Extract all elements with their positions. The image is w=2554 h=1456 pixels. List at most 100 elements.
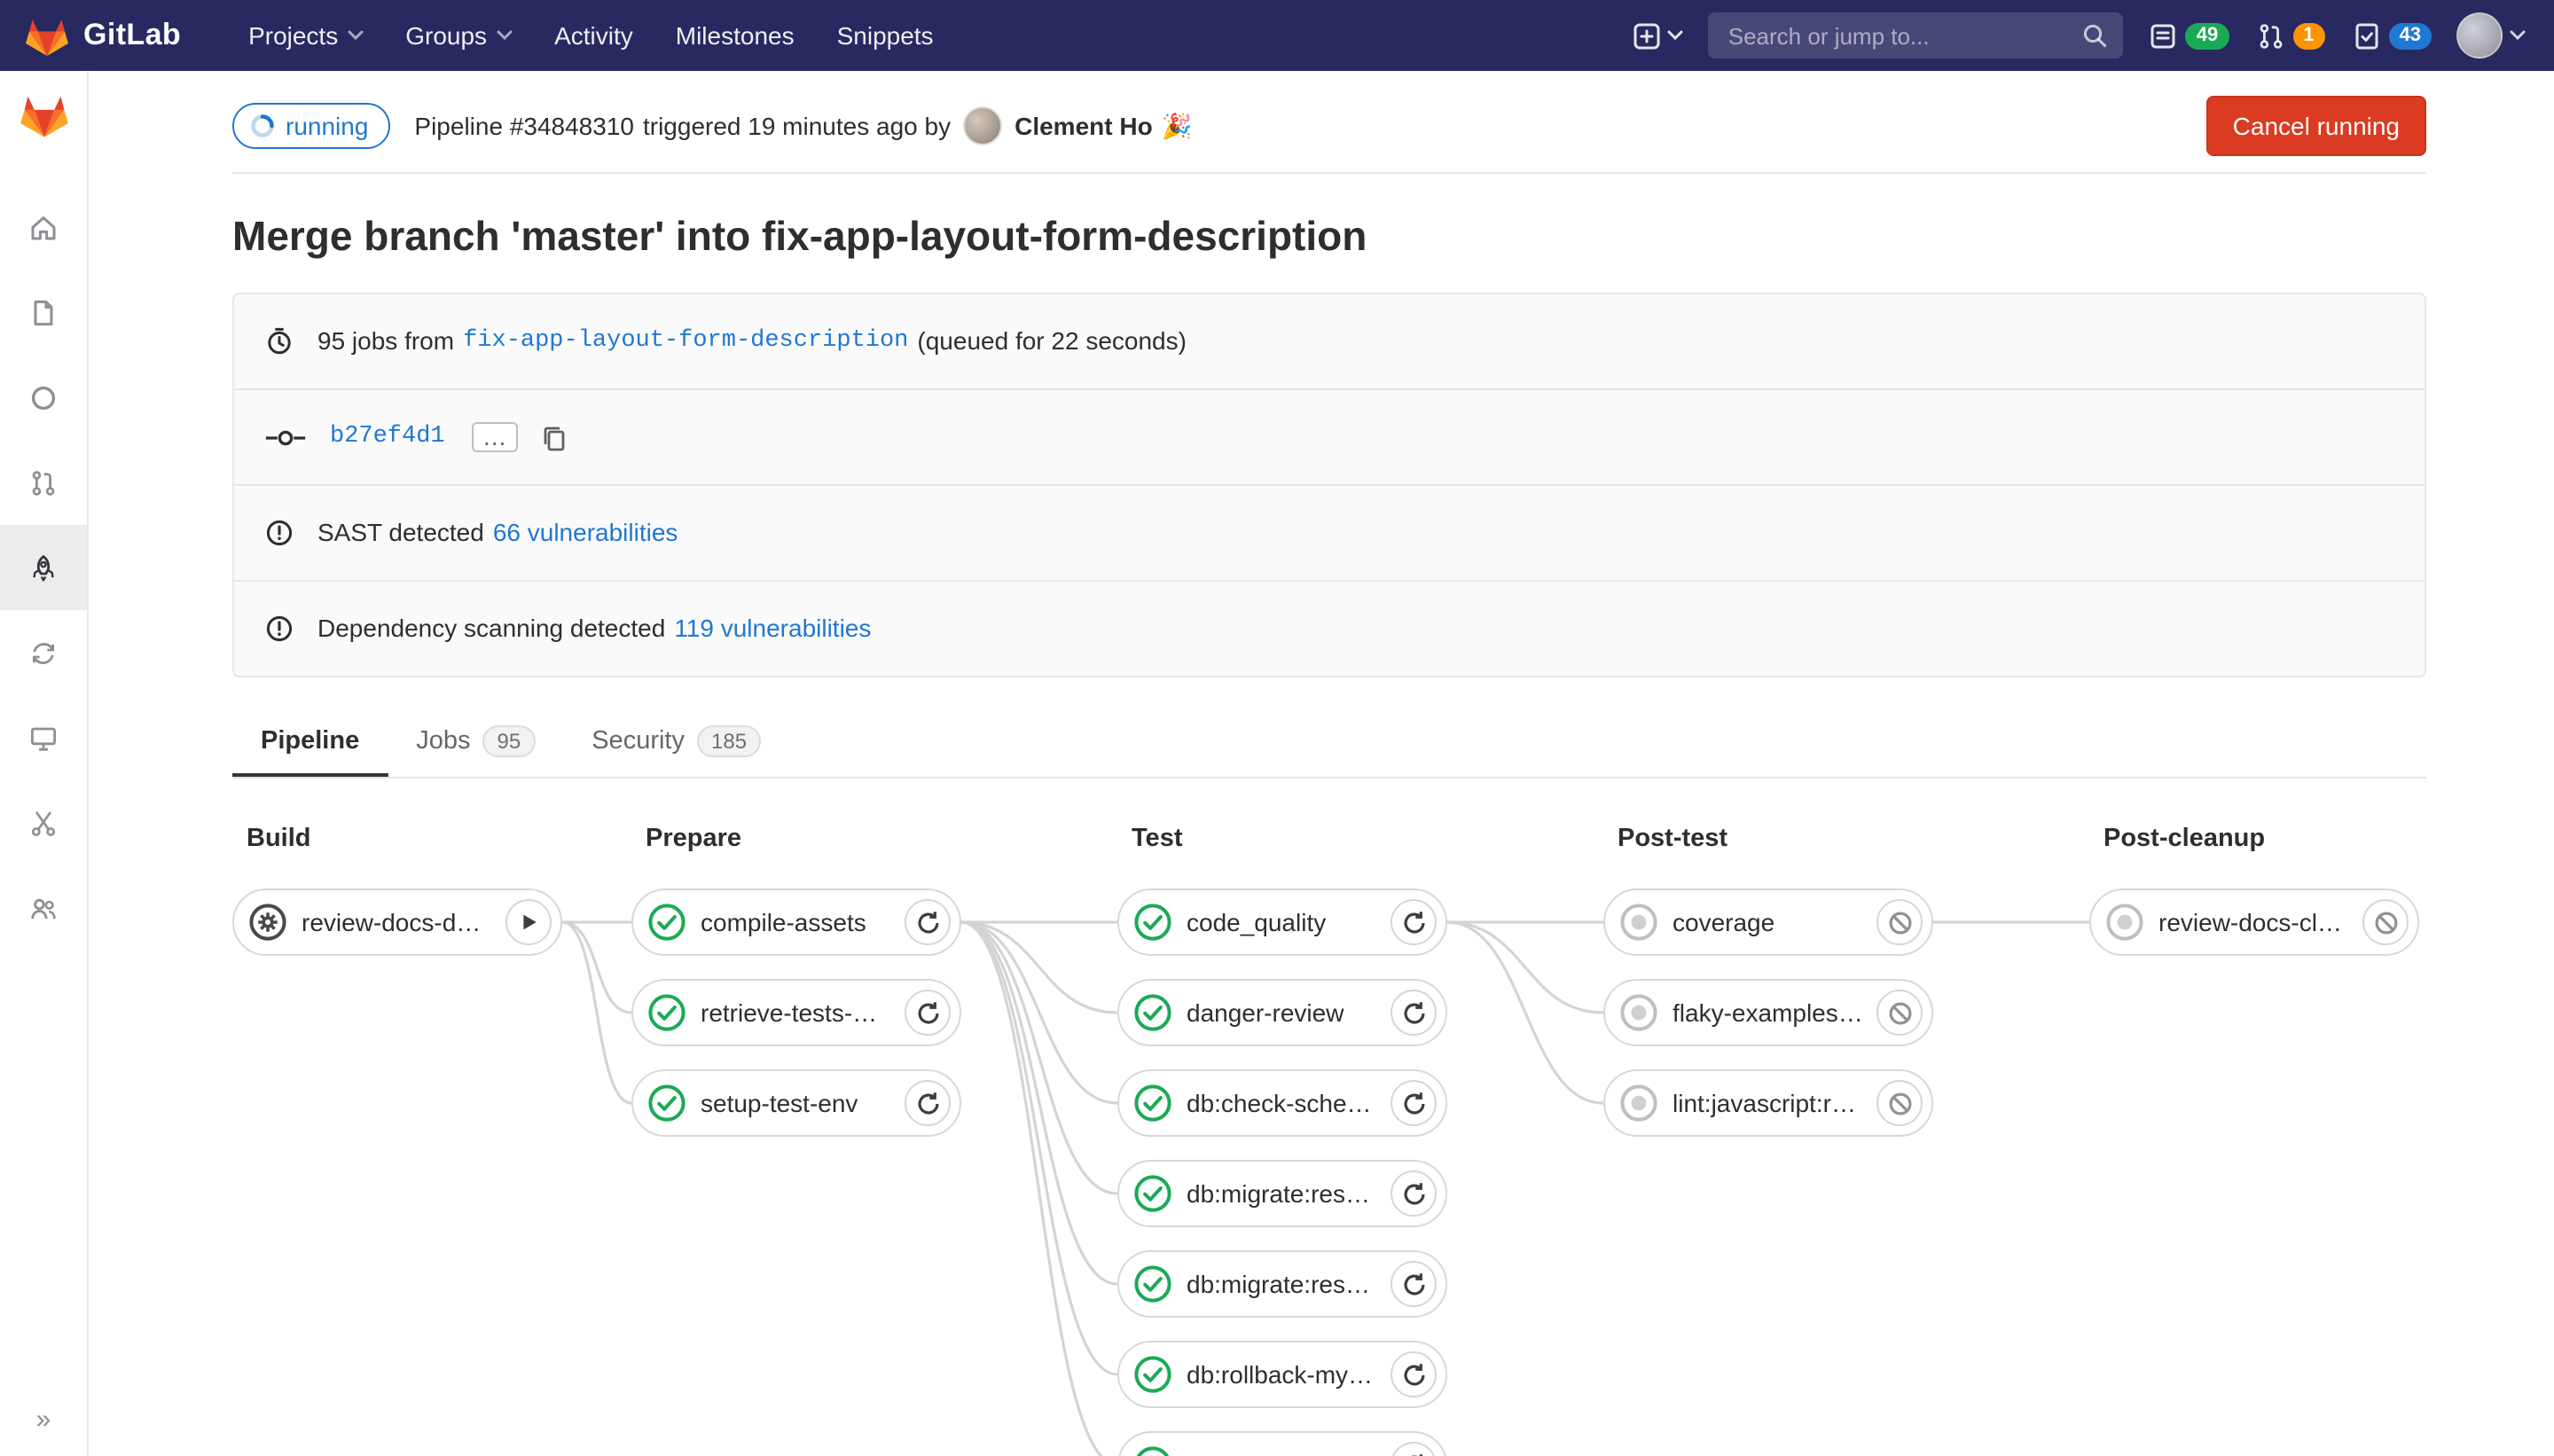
job-pill[interactable]: review-docs-cl… [2089, 888, 2419, 956]
status-success-icon [1133, 1174, 1172, 1213]
triggered-text: triggered 19 minutes ago by [643, 112, 951, 140]
nav-item-activity[interactable]: Activity [533, 11, 654, 60]
retry-icon [1400, 999, 1427, 1026]
author-avatar[interactable] [963, 106, 1002, 145]
collapse-sidebar-button[interactable]: » [0, 1405, 87, 1435]
retry-icon [1400, 909, 1427, 935]
status-success-icon [647, 993, 686, 1032]
tab-jobs[interactable]: Jobs95 [388, 708, 563, 777]
cancel-button[interactable] [1876, 899, 1923, 945]
cancel-button[interactable] [2362, 899, 2409, 945]
sidebar-item-operations[interactable] [0, 610, 87, 695]
avatar [2456, 12, 2503, 59]
commit-more-button[interactable]: … [472, 422, 518, 452]
sidebar-item-home[interactable] [0, 184, 87, 270]
retry-button[interactable] [1391, 1442, 1437, 1456]
new-menu-button[interactable] [1633, 20, 1684, 51]
retry-button[interactable] [1391, 990, 1437, 1036]
nav-item-groups[interactable]: Groups [384, 11, 533, 60]
sidebar-item-merge-requests[interactable] [0, 440, 87, 525]
status-created-icon [1619, 903, 1658, 942]
retry-button[interactable] [1391, 1351, 1437, 1397]
search-icon [2083, 23, 2108, 48]
cancel-button[interactable] [1876, 1080, 1923, 1126]
retry-icon [1400, 1090, 1427, 1116]
job-pill[interactable]: setup-test-env [631, 1069, 961, 1137]
retry-button[interactable] [1391, 1261, 1437, 1307]
sidebar-item-members[interactable] [0, 865, 87, 951]
branch-link[interactable]: fix-app-layout-form-description [463, 323, 908, 360]
queued-text: (queued for 22 seconds) [917, 323, 1187, 360]
retry-icon [1400, 1361, 1427, 1388]
search-input[interactable] [1725, 20, 2083, 51]
issues-icon [28, 382, 59, 412]
job-pill[interactable]: code_quality [1117, 888, 1447, 956]
dependency-row: Dependency scanning detected 119 vulnera… [234, 580, 2425, 676]
tab-security[interactable]: Security185 [563, 708, 789, 777]
job-pill[interactable]: db:check-sche… [1117, 1069, 1447, 1137]
brand-name[interactable]: GitLab [83, 18, 181, 53]
nav-item-snippets[interactable]: Snippets [816, 11, 955, 60]
dependency-vulnerabilities-link[interactable]: 119 vulnerabilities [674, 610, 871, 647]
pipeline-header: running Pipeline #34848310 triggered 19 … [232, 71, 2426, 174]
job-name: db:rollback-my… [1187, 1360, 1391, 1389]
tab-pipeline[interactable]: Pipeline [232, 708, 388, 777]
top-navbar: GitLab ProjectsGroupsActivityMilestonesS… [0, 0, 2554, 71]
status-created-icon [2105, 903, 2144, 942]
retry-button[interactable] [905, 899, 951, 945]
tab-badge: 185 [697, 725, 761, 757]
sidebar-item-repository[interactable] [0, 270, 87, 355]
todos-counter[interactable]: 43 [2352, 20, 2433, 51]
issues-icon [2149, 20, 2179, 51]
merge-requests-counter[interactable]: 1 [2255, 20, 2324, 51]
nav-item-projects[interactable]: Projects [227, 11, 384, 60]
job-pill[interactable]: flaky-examples… [1603, 979, 1933, 1046]
chevron-down-icon [1668, 30, 1684, 41]
status-badge[interactable]: running [232, 103, 389, 149]
job-pill[interactable]: retrieve-tests-… [631, 979, 961, 1046]
search-box[interactable] [1709, 12, 2124, 59]
dependency-text: Dependency scanning detected [317, 610, 665, 647]
sidebar-item-environments[interactable] [0, 695, 87, 780]
cancel-button[interactable] [1876, 990, 1923, 1036]
retry-button[interactable] [1391, 1080, 1437, 1126]
job-pill[interactable]: db:migrate:res… [1117, 1250, 1447, 1318]
retry-button[interactable] [1391, 899, 1437, 945]
job-pill[interactable]: lint:javascript:r… [1603, 1069, 1933, 1137]
home-icon [28, 212, 59, 242]
author-name[interactable]: Clement Ho [1015, 112, 1153, 140]
project-logo-icon[interactable] [0, 92, 89, 138]
retry-button[interactable] [905, 990, 951, 1036]
user-menu[interactable] [2456, 12, 2526, 59]
commit-sha-link[interactable]: b27ef4d1 [330, 419, 445, 456]
status-label: running [286, 112, 368, 140]
sast-vulnerabilities-link[interactable]: 66 vulnerabilities [493, 514, 678, 552]
cancel-running-button[interactable]: Cancel running [2206, 96, 2426, 156]
nav-item-milestones[interactable]: Milestones [654, 11, 816, 60]
job-pill[interactable]: db:rollback-my… [1117, 1341, 1447, 1408]
retry-icon [1400, 1271, 1427, 1297]
job-pill[interactable]: compile-assets [631, 888, 961, 956]
job-pill[interactable]: review-docs-d… [232, 888, 562, 956]
status-success-icon [647, 903, 686, 942]
play-button[interactable] [505, 899, 552, 945]
sidebar-item-issues[interactable] [0, 355, 87, 440]
job-pill[interactable]: danger-review [1117, 979, 1447, 1046]
job-pill[interactable]: coverage [1603, 888, 1933, 956]
commit-icon [264, 425, 307, 450]
sidebar-item-ci-cd-rocket[interactable] [0, 525, 87, 610]
job-pill[interactable]: db:rollback-pg [1117, 1431, 1447, 1456]
author-status-emoji: 🎉 [1162, 111, 1193, 141]
status-success-icon [647, 1084, 686, 1123]
issues-counter[interactable]: 49 [2149, 20, 2229, 51]
pipeline-summary: 95 jobs from fix-app-layout-form-descrip… [232, 293, 2426, 677]
sidebar-item-snippets[interactable] [0, 780, 87, 865]
sast-row: SAST detected 66 vulnerabilities [234, 484, 2425, 580]
gitlab-logo-icon[interactable] [25, 15, 69, 56]
job-pill[interactable]: db:migrate:res… [1117, 1160, 1447, 1227]
copy-commit-button[interactable] [541, 423, 568, 451]
retry-button[interactable] [1391, 1170, 1437, 1217]
job-name: setup-test-env [701, 1089, 905, 1117]
retry-button[interactable] [905, 1080, 951, 1126]
repository-icon [28, 297, 59, 327]
